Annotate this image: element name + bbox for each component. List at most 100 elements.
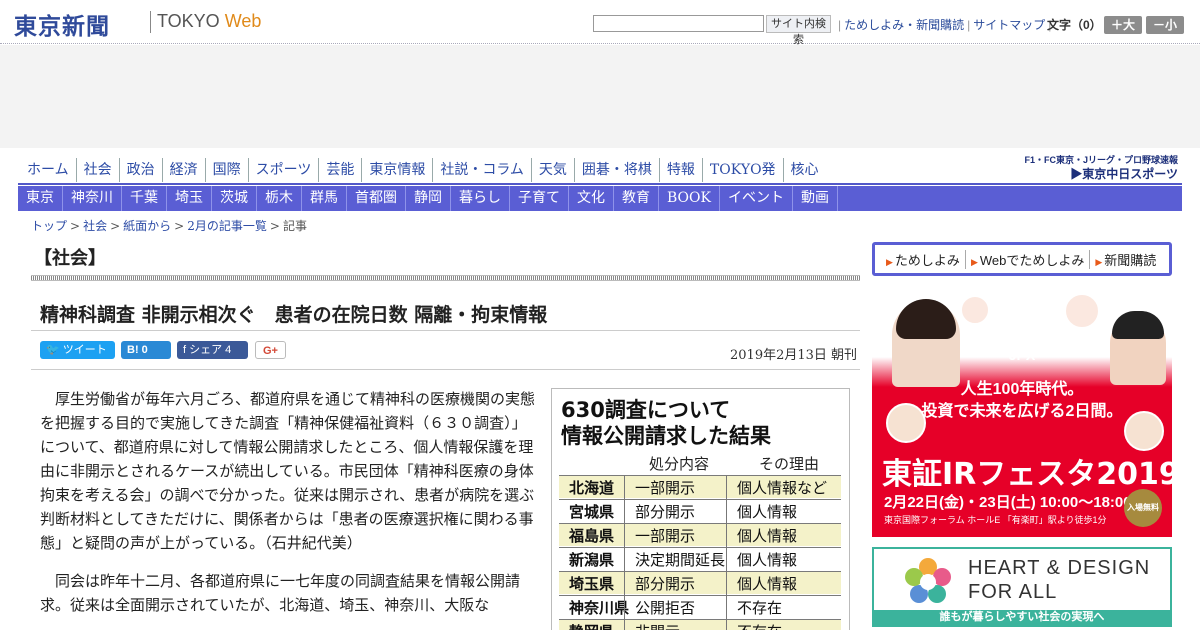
table-row: 福島県 一部開示 個人情報	[559, 523, 841, 546]
region-item-shizuoka[interactable]: 静岡	[406, 186, 451, 211]
nav-item-economy[interactable]: 経済	[163, 158, 206, 182]
jpx-logo-text: JPX	[1008, 347, 1036, 363]
region-nav: 東京 神奈川 千葉 埼玉 茨城 栃木 群馬 首都圏 静岡 暮らし 子育て 文化 …	[18, 186, 1182, 211]
nav-item-entertainment[interactable]: 芸能	[319, 158, 363, 182]
web-trial-link[interactable]: ▶ Webでためしよみ	[966, 249, 1091, 269]
figure-col-header: 処分内容	[649, 455, 710, 473]
table-cell-reason: 個人情報	[737, 575, 798, 593]
region-item-parenting[interactable]: 子育て	[510, 186, 569, 211]
region-item-gunma[interactable]: 群馬	[302, 186, 347, 211]
figure-title-line1: 630調査について	[561, 398, 731, 422]
ad-line1: 人生100年時代。	[960, 381, 1084, 398]
region-item-education[interactable]: 教育	[614, 186, 659, 211]
region-item-video[interactable]: 動画	[793, 186, 838, 211]
search-button[interactable]: サイト内検索	[766, 15, 831, 46]
arrow-right-icon: ▶	[970, 256, 978, 267]
font-larger-button[interactable]: ＋大	[1104, 16, 1142, 34]
article-paragraph: 同会は昨年十二月、各都道府県に一七年度の同調査結果を情報公開請求。従来は全面開示…	[40, 572, 521, 614]
region-item-tokyo[interactable]: 東京	[18, 186, 63, 211]
hatena-bookmark-button[interactable]: B! 0	[121, 341, 171, 359]
nav-item-editorial[interactable]: 社説・コラム	[433, 158, 532, 182]
table-cell-pref: 福島県	[569, 527, 615, 545]
site-logo[interactable]: 東京新聞	[14, 7, 110, 41]
trial-subscribe-link[interactable]: ためしよみ・新聞購読	[844, 18, 964, 32]
ad-tagline: 誰もが暮らしやすい社会の実現へ	[874, 610, 1170, 625]
jpx-logo-icon	[1003, 305, 1048, 341]
sports-logo-line2: ▶東京中日スポーツ	[1070, 167, 1178, 181]
facebook-share-button[interactable]: f シェア 4	[177, 341, 248, 359]
nav-item-go-shogi[interactable]: 囲碁・将棋	[575, 158, 660, 182]
heart-design-ad[interactable]: HEART & DESIGN FOR ALL 誰もが暮らしやすい社会の実現へ	[872, 547, 1172, 627]
figure-col-header: その理由	[759, 455, 820, 473]
article-figure[interactable]: 630調査について 情報公開請求した結果 処分内容 その理由 北海道 一部開示 …	[551, 388, 850, 630]
sitemap-link[interactable]: サイトマップ	[973, 18, 1045, 32]
nav-item-society[interactable]: 社会	[77, 158, 120, 182]
chunichi-sports-link[interactable]: F1・FC東京・Jリーグ・プロ野球速報 ▶東京中日スポーツ	[1024, 153, 1180, 181]
breadcrumb-top[interactable]: トップ	[31, 219, 67, 233]
nav-item-special[interactable]: 特報	[660, 158, 703, 182]
nav-item-politics[interactable]: 政治	[120, 158, 163, 182]
site-logo-web[interactable]: TOKYO Web	[157, 11, 261, 32]
article-paragraph: 厚生労働省が毎年六月ごろ、都道府県を通じて精神科の医療機関の実態を把握する目的で…	[40, 390, 536, 552]
nav-item-home[interactable]: ホーム	[18, 158, 77, 182]
nav-item-tokyo-hatsu[interactable]: TOKYO発	[703, 158, 784, 182]
font-smaller-button[interactable]: －小	[1146, 16, 1184, 34]
region-item-saitama[interactable]: 埼玉	[167, 186, 212, 211]
ad-date: 2月22日(金)・23日(土) 10:00～18:00	[884, 494, 1132, 511]
table-cell-pref: 北海道	[569, 479, 615, 497]
font-size-label: 文字（0）	[1047, 18, 1102, 32]
table-cell-reason: 個人情報など	[737, 479, 828, 497]
table-cell-action: 非開示	[635, 621, 680, 630]
trial-read-link[interactable]: ▶ ためしよみ	[881, 249, 966, 269]
region-item-book[interactable]: BOOK	[659, 186, 720, 211]
nav-item-international[interactable]: 国際	[206, 158, 249, 182]
region-item-ibaraki[interactable]: 茨城	[212, 186, 257, 211]
subscribe-box: ▶ ためしよみ ▶ Webでためしよみ ▶ 新聞購読	[872, 242, 1172, 276]
breadcrumb-print[interactable]: 紙面から	[123, 219, 171, 233]
date-rule	[31, 369, 860, 370]
table-cell-action: 部分開示	[635, 503, 696, 521]
table-row: 北海道 一部開示 個人情報など	[559, 475, 841, 498]
table-cell-reason: 個人情報	[737, 503, 798, 521]
web-trial-label: Webでためしよみ	[979, 252, 1085, 268]
region-item-tochigi[interactable]: 栃木	[257, 186, 302, 211]
header-links: | ためしよみ・新聞購読 | サイトマップ |	[835, 16, 1054, 33]
link-separator: |	[838, 18, 842, 32]
region-item-chiba[interactable]: 千葉	[122, 186, 167, 211]
table-cell-action: 部分開示	[635, 575, 696, 593]
nav-item-sports[interactable]: スポーツ	[249, 158, 320, 182]
breadcrumb: トップ > 社会 > 紙面から >2月の記事一覧 > 記事	[31, 217, 307, 234]
ad-title-line1: HEART & DESIGN	[968, 557, 1151, 579]
table-row: 新潟県 決定期間延長 個人情報	[559, 547, 841, 570]
region-item-kanagawa[interactable]: 神奈川	[63, 186, 122, 211]
nav-item-tokyo-info[interactable]: 東京情報	[362, 158, 434, 182]
nav-item-weather[interactable]: 天気	[532, 158, 575, 182]
facebook-icon: f	[183, 344, 187, 356]
nav-item-core[interactable]: 核心	[784, 158, 826, 182]
tweet-button[interactable]: 🐦 ツイート	[40, 341, 115, 359]
ad-free-badge: 入場無料	[1124, 489, 1162, 527]
breadcrumb-society[interactable]: 社会	[83, 219, 107, 233]
table-divider	[624, 475, 625, 630]
subscribe-label: 新聞購読	[1104, 252, 1157, 268]
region-item-living[interactable]: 暮らし	[451, 186, 510, 211]
table-row: 宮城県 部分開示 個人情報	[559, 499, 841, 522]
logo-en-suffix: Web	[224, 11, 262, 31]
table-cell-pref: 神奈川県	[569, 599, 630, 617]
table-cell-action: 一部開示	[635, 479, 696, 497]
region-item-culture[interactable]: 文化	[569, 186, 614, 211]
main-nav: ホーム 社会 政治 経済 国際 スポーツ 芸能 東京情報 社説・コラム 天気 囲…	[18, 158, 826, 182]
region-item-event[interactable]: イベント	[720, 186, 793, 211]
breadcrumb-feb-list[interactable]: 2月の記事一覧	[187, 219, 267, 233]
google-plus-button[interactable]: G+	[255, 341, 286, 359]
breadcrumb-separator: >	[70, 219, 81, 233]
breadcrumb-separator: >	[269, 219, 280, 233]
subscribe-link[interactable]: ▶ 新聞購読	[1090, 250, 1161, 269]
flower-logo-icon	[905, 558, 951, 603]
region-item-shutoken[interactable]: 首都圏	[347, 186, 406, 211]
section-rule	[31, 275, 860, 281]
search-input[interactable]	[593, 15, 764, 32]
table-cell-action: 一部開示	[635, 527, 696, 545]
headline-rule	[31, 330, 860, 331]
jpx-ir-festa-ad[interactable]: JPX 人生100年時代。 投資で未来を広げる2日間。 東証IRフェスタ2019…	[872, 287, 1172, 537]
